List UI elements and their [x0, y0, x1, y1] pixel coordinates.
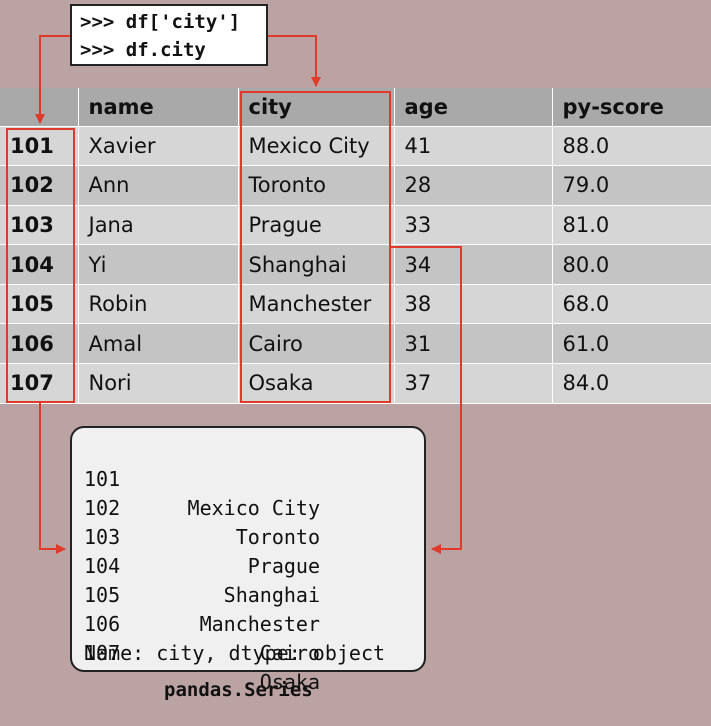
cell-age: 37: [394, 363, 553, 404]
cell-py-score: 88.0: [552, 126, 711, 167]
cell-city: Toronto: [238, 165, 395, 206]
cell-py-score: 84.0: [552, 363, 711, 404]
column-header-age: age: [394, 88, 553, 127]
table-row: 105 Robin Manchester 38 68.0: [0, 284, 711, 325]
cell-age: 38: [394, 284, 553, 325]
cell-age: 34: [394, 244, 553, 285]
cell-city: Shanghai: [238, 244, 395, 285]
column-header-city: city: [238, 88, 395, 127]
series-index: 107: [84, 641, 121, 665]
cell-py-score: 81.0: [552, 205, 711, 246]
row-index: 103: [0, 205, 79, 246]
arrow-index-to-series: [39, 402, 66, 554]
cell-city: Prague: [238, 205, 395, 246]
row-index: 105: [0, 284, 79, 325]
series-value: Cairo: [259, 641, 320, 665]
table-row: 104 Yi Shanghai 34 80.0: [0, 244, 711, 285]
cell-city: Cairo: [238, 323, 395, 365]
row-index: 106: [0, 323, 79, 365]
table-row: 101 Xavier Mexico City 41 88.0: [0, 126, 711, 167]
cell-py-score: 68.0: [552, 284, 711, 325]
series-row: 101 Mexico City: [84, 436, 424, 520]
cell-py-score: 61.0: [552, 323, 711, 365]
code-line-bracket: >>> df['city']: [80, 11, 241, 33]
series-row: 105 Manchester: [84, 552, 424, 636]
cell-city: Manchester: [238, 284, 395, 325]
code-snippet: >>> df['city'] >>> df.city: [70, 4, 268, 66]
table-row: 107 Nori Osaka 37 84.0: [0, 363, 711, 404]
series-row: 102 Toronto: [84, 465, 424, 549]
cell-city: Mexico City: [238, 126, 395, 167]
index-header: [0, 88, 79, 127]
arrow-code-to-city: [268, 35, 321, 87]
cell-py-score: 79.0: [552, 165, 711, 206]
table-row: 106 Amal Cairo 31 61.0: [0, 323, 711, 365]
series-footer: Name: city, dtype: object: [84, 641, 386, 665]
row-index: 104: [0, 244, 79, 285]
series-row: 106 Cairo: [84, 581, 424, 665]
column-header-name: name: [78, 88, 239, 127]
code-line-attribute: >>> df.city: [80, 39, 206, 61]
row-index: 107: [0, 363, 79, 404]
series-row: 103 Prague: [84, 494, 424, 578]
cell-city: Osaka: [238, 363, 395, 404]
cell-name: Yi: [78, 244, 239, 285]
cell-age: 28: [394, 165, 553, 206]
cell-py-score: 80.0: [552, 244, 711, 285]
row-index: 101: [0, 126, 79, 167]
cell-name: Xavier: [78, 126, 239, 167]
cell-age: 41: [394, 126, 553, 167]
table-row: 103 Jana Prague 33 81.0: [0, 205, 711, 246]
series-row: 107 Osaka: [84, 610, 424, 694]
series-caption: pandas.Series: [164, 679, 313, 701]
cell-age: 33: [394, 205, 553, 246]
series-output-box: 101 Mexico City 102 Toronto 103 Prague 1…: [70, 426, 426, 694]
dataframe-table: name city age py-score 101 Xavier Mexico…: [0, 88, 711, 404]
cell-name: Ann: [78, 165, 239, 206]
table-row: 102 Ann Toronto 28 79.0: [0, 165, 711, 206]
cell-name: Robin: [78, 284, 239, 325]
cell-name: Jana: [78, 205, 239, 246]
series-row: 104 Shanghai: [84, 523, 424, 607]
column-header-py-score: py-score: [552, 88, 711, 127]
cell-age: 31: [394, 323, 553, 365]
cell-name: Nori: [78, 363, 239, 404]
table-header-row: name city age py-score: [0, 88, 711, 127]
cell-name: Amal: [78, 323, 239, 365]
row-index: 102: [0, 165, 79, 206]
